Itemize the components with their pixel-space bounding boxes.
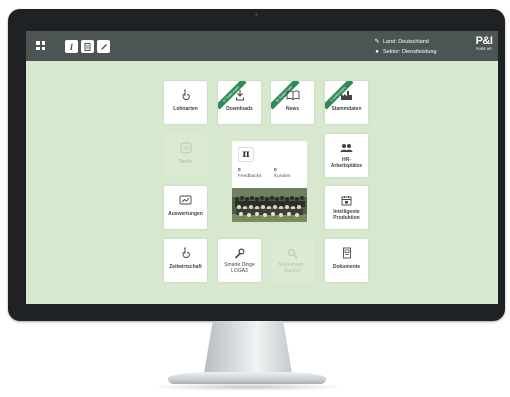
land-label: Land: Deutschland xyxy=(383,39,429,45)
monitor-shadow xyxy=(150,383,346,391)
apps-grid-icon[interactable] xyxy=(36,41,45,50)
edit-button[interactable] xyxy=(97,40,110,53)
search-icon xyxy=(288,248,298,258)
globe-icon: ● xyxy=(375,49,379,55)
tile-intelligente-produktion[interactable]: Intelligente Produktion xyxy=(325,186,368,229)
svg-text:%: % xyxy=(183,147,189,153)
kunden-stat: 0 Kunden xyxy=(274,168,291,180)
tile-auswertungen[interactable]: Auswertungen xyxy=(164,186,207,229)
tile-label: Stammdaten xyxy=(331,106,362,112)
tile-dokumente[interactable]: Dokumente xyxy=(325,239,368,282)
tile-label: Selektionen / Suchen xyxy=(278,262,307,274)
tile-label: Auswertungen xyxy=(168,211,203,217)
tile-label: Lohnarten xyxy=(173,106,198,112)
factory-icon xyxy=(341,90,352,100)
wrench-icon xyxy=(235,247,245,258)
tile-label: Dokumente xyxy=(332,264,361,270)
people-icon xyxy=(340,144,352,152)
tile-downloads[interactable]: 47 Änderungen Downloads xyxy=(218,81,261,124)
hand-icon xyxy=(182,247,190,258)
book-icon xyxy=(286,90,299,100)
chart-icon xyxy=(179,195,192,205)
document-icon xyxy=(84,42,91,51)
feedback-card[interactable]: π 0 Feedbacks 0 Kunden xyxy=(232,141,307,188)
tile-smarte-dinge[interactable]: Smarte Dinge LOGA3 xyxy=(218,239,261,282)
download-icon xyxy=(235,90,244,101)
tile-label: Zeitwirtschaft xyxy=(169,264,202,270)
team-photo xyxy=(232,188,307,222)
document-icon xyxy=(342,247,351,259)
tile-label: News xyxy=(285,106,300,112)
calendar-icon xyxy=(341,195,352,205)
webcam xyxy=(255,13,258,16)
land-info[interactable]: ✎ Land: Deutschland xyxy=(374,38,429,45)
sektor-label: Sektor: Dienstleistung xyxy=(383,49,437,55)
hand-icon xyxy=(182,89,190,100)
kunden-label: Kunden xyxy=(274,174,291,179)
brand-logo[interactable]: P&I PURE HR xyxy=(474,36,494,52)
tile-label: Tarife xyxy=(178,159,193,165)
tile-label: Intelligente Produktion xyxy=(333,209,360,221)
brand-subtitle: PURE HR xyxy=(476,47,492,51)
info-icon: i xyxy=(69,41,74,52)
tile-label: Smarte Dinge LOGA3 xyxy=(224,262,255,274)
top-bar: i ✎ Land: Deutschland ● Sektor: Dienstleis… xyxy=(26,31,498,61)
tile-stammdaten[interactable]: 5 Änderungen Stammdaten xyxy=(325,81,368,124)
app-screen: i ✎ Land: Deutschland ● Sektor: Dienstleis… xyxy=(26,31,498,304)
tile-news[interactable]: 34 Änderungen News xyxy=(271,81,314,124)
tile-arbeitsplaetze[interactable]: HR- Arbeitsplätze xyxy=(325,134,368,177)
sektor-info[interactable]: ● Sektor: Dienstleistung xyxy=(374,49,437,55)
brand-logo-text: P&I xyxy=(475,35,493,47)
tile-selektionen: Selektionen / Suchen xyxy=(271,239,314,282)
feedbacks-stat: 0 Feedbacks xyxy=(238,168,261,180)
percent-icon: % xyxy=(180,142,191,154)
tile-tarife: % Tarife xyxy=(164,134,207,177)
monitor-neck xyxy=(204,321,292,373)
pi-icon: π xyxy=(238,147,254,162)
tile-lohnarten[interactable]: Lohnarten xyxy=(164,81,207,124)
settings-icon: ✎ xyxy=(374,39,380,45)
tile-label: HR- Arbeitsplätze xyxy=(330,157,363,169)
info-button[interactable]: i xyxy=(65,40,78,53)
pencil-icon xyxy=(100,43,107,50)
document-button[interactable] xyxy=(81,40,94,53)
tile-zeitwirtschaft[interactable]: Zeitwirtschaft xyxy=(164,239,207,282)
monitor-bezel: i ✎ Land: Deutschland ● Sektor: Dienstleis… xyxy=(8,9,505,321)
tile-label: Downloads xyxy=(226,106,253,112)
feedbacks-label: Feedbacks xyxy=(238,174,262,179)
